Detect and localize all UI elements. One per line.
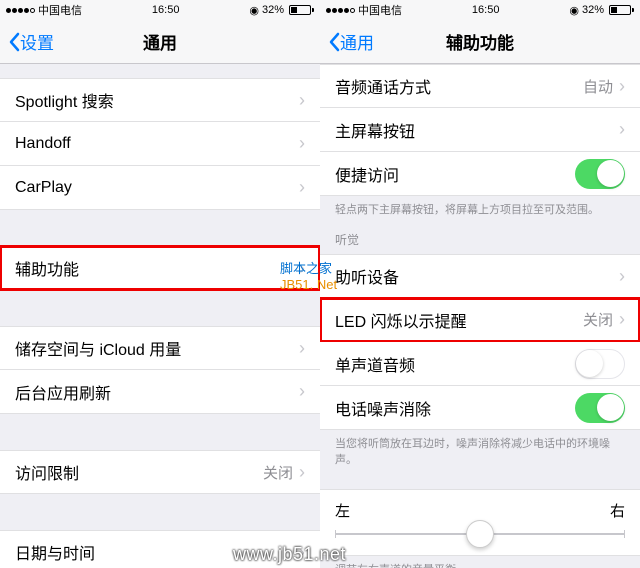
- cell-restrictions[interactable]: 访问限制关闭›: [0, 450, 320, 494]
- battery-pct: 32%: [582, 4, 604, 16]
- cell-hearing-devices[interactable]: 助听设备›: [320, 254, 640, 298]
- chevron-left-icon: [328, 32, 340, 52]
- cell-datetime[interactable]: 日期与时间›: [0, 530, 320, 568]
- balance-slider[interactable]: [335, 533, 625, 535]
- chevron-right-icon: ›: [299, 338, 305, 359]
- status-bar: 中国电信 16:50 ◉ 32%: [0, 0, 320, 20]
- chevron-right-icon: ›: [619, 266, 625, 287]
- chevron-right-icon: ›: [299, 542, 305, 563]
- chevron-right-icon: ›: [619, 76, 625, 97]
- note-noise: 当您将听筒放在耳边时，噪声消除将减少电话中的环境噪声。: [320, 430, 640, 475]
- status-time: 16:50: [472, 4, 500, 16]
- cell-call-audio[interactable]: 音频通话方式自动›: [320, 64, 640, 108]
- cell-home-button[interactable]: 主屏幕按钮›: [320, 108, 640, 152]
- cell-bgrefresh[interactable]: 后台应用刷新›: [0, 370, 320, 414]
- battery-pct: 32%: [262, 4, 284, 16]
- chevron-left-icon: [8, 32, 20, 52]
- toggle-mono-audio[interactable]: [575, 349, 625, 379]
- status-time: 16:50: [152, 4, 180, 16]
- section-hearing: 听觉: [320, 225, 640, 254]
- cell-spotlight[interactable]: Spotlight 搜索›: [0, 78, 320, 122]
- toggle-noise-cancel[interactable]: [575, 393, 625, 423]
- status-bar: 中国电信 16:50 ◉ 32%: [320, 0, 640, 20]
- cell-reachability[interactable]: 便捷访问: [320, 152, 640, 196]
- chevron-right-icon: ›: [299, 177, 305, 198]
- cell-carplay[interactable]: CarPlay›: [0, 166, 320, 210]
- cell-handoff[interactable]: Handoff›: [0, 122, 320, 166]
- cell-noise-cancel[interactable]: 电话噪声消除: [320, 386, 640, 430]
- chevron-right-icon: ›: [299, 258, 305, 279]
- chevron-right-icon: ›: [619, 119, 625, 140]
- chevron-right-icon: ›: [619, 309, 625, 330]
- chevron-right-icon: ›: [299, 90, 305, 111]
- chevron-right-icon: ›: [299, 381, 305, 402]
- carrier: 中国电信: [358, 2, 402, 18]
- carrier: 中国电信: [38, 2, 82, 18]
- chevron-right-icon: ›: [299, 133, 305, 154]
- slider-thumb[interactable]: [466, 520, 494, 548]
- nav-bar: 通用 辅助功能: [320, 20, 640, 64]
- balance-slider-row: 左 右: [320, 489, 640, 556]
- balance-right-label: 右: [610, 500, 625, 521]
- balance-left-label: 左: [335, 500, 350, 521]
- back-button[interactable]: 通用: [328, 29, 374, 54]
- cell-accessibility[interactable]: 辅助功能›: [0, 246, 320, 290]
- toggle-reachability[interactable]: [575, 159, 625, 189]
- cell-led-flash[interactable]: LED 闪烁以示提醒关闭›: [320, 298, 640, 342]
- page-title: 通用: [143, 29, 177, 54]
- cell-storage[interactable]: 储存空间与 iCloud 用量›: [0, 326, 320, 370]
- cell-mono-audio[interactable]: 单声道音频: [320, 342, 640, 386]
- chevron-right-icon: ›: [299, 462, 305, 483]
- page-title: 辅助功能: [446, 29, 514, 54]
- note-reachability: 轻点两下主屏幕按钮，将屏幕上方项目拉至可及范围。: [320, 196, 640, 225]
- back-button[interactable]: 设置: [8, 29, 54, 54]
- nav-bar: 设置 通用: [0, 20, 320, 64]
- note-balance: 调节左右声道的音量平衡。: [320, 556, 640, 568]
